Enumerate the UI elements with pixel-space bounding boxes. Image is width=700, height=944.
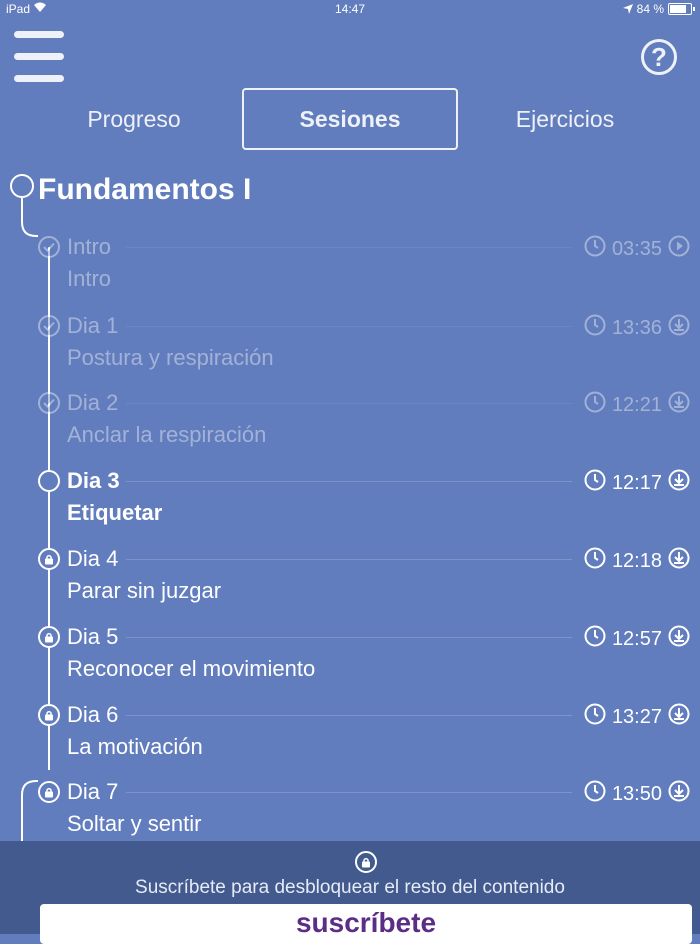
lock-icon	[355, 851, 377, 873]
lock-icon	[38, 781, 60, 803]
session-duration: 13:27	[611, 705, 662, 728]
divider	[126, 403, 572, 404]
check-circle-icon	[38, 392, 60, 414]
clock-icon	[584, 625, 606, 653]
session-name: Postura y respiración	[67, 345, 274, 370]
clock-icon	[584, 235, 606, 263]
session-meta: 12:18	[584, 547, 690, 575]
download-icon[interactable]	[668, 703, 690, 731]
check-circle-icon	[38, 236, 60, 258]
session-name: Intro	[67, 266, 112, 291]
session-row[interactable]: Intro 03:35 Intro	[0, 234, 700, 314]
session-row: Dia 4 12:18 Parar sin juzgar	[0, 546, 700, 626]
subscribe-button[interactable]: suscríbete	[40, 904, 692, 944]
download-icon[interactable]	[668, 547, 690, 575]
session-meta: 12:17	[584, 469, 690, 497]
lock-icon	[38, 704, 60, 726]
session-day: Dia 2	[67, 390, 119, 415]
session-meta: 13:50	[584, 780, 690, 808]
current-node-icon	[38, 470, 60, 492]
divider	[126, 481, 572, 482]
session-duration: 12:57	[611, 627, 662, 650]
session-name: Anclar la respiración	[67, 422, 267, 447]
session-name: La motivación	[67, 734, 203, 759]
clock-icon	[584, 314, 606, 342]
session-day: Intro	[67, 234, 112, 259]
session-duration: 13:50	[611, 782, 662, 805]
check-circle-icon	[38, 315, 60, 337]
session-day: Dia 5	[67, 624, 119, 649]
download-icon[interactable]	[668, 391, 690, 419]
session-day: Dia 3	[67, 468, 120, 493]
divider	[126, 637, 572, 638]
play-icon[interactable]	[668, 235, 690, 263]
banner-text: Suscríbete para desbloquear el resto del…	[135, 877, 565, 898]
divider	[126, 792, 572, 793]
course-node	[10, 174, 34, 198]
lock-icon	[38, 548, 60, 570]
clock-icon	[584, 703, 606, 731]
download-icon[interactable]	[668, 469, 690, 497]
session-row: Dia 5 12:57 Reconocer el movimiento	[0, 624, 700, 704]
session-day: Dia 7	[67, 779, 119, 804]
download-icon[interactable]	[668, 314, 690, 342]
session-row[interactable]: Dia 2 12:21 Anclar la respiración	[0, 390, 700, 470]
session-day: Dia 1	[67, 313, 119, 338]
clock-icon	[584, 391, 606, 419]
session-meta: 12:21	[584, 391, 690, 419]
clock-icon	[584, 469, 606, 497]
clock-icon	[584, 547, 606, 575]
course-title: Fundamentos I	[38, 173, 252, 206]
clock-icon	[584, 780, 606, 808]
session-row[interactable]: Dia 1 13:36 Postura y respiración	[0, 313, 700, 393]
session-duration: 12:21	[611, 393, 662, 416]
session-meta: 13:36	[584, 314, 690, 342]
session-duration: 03:35	[611, 237, 662, 260]
session-name: Etiquetar	[67, 500, 163, 525]
session-duration: 12:18	[611, 549, 662, 572]
session-duration: 13:36	[611, 316, 662, 339]
session-name: Parar sin juzgar	[67, 578, 222, 603]
session-row[interactable]: Dia 3 12:17 Etiquetar	[0, 468, 700, 548]
divider	[126, 559, 572, 560]
divider	[126, 326, 572, 327]
session-duration: 12:17	[611, 471, 662, 494]
session-name: Reconocer el movimiento	[67, 656, 316, 681]
download-icon[interactable]	[668, 625, 690, 653]
download-icon[interactable]	[668, 780, 690, 808]
session-row: Dia 6 13:27 La motivación	[0, 702, 700, 782]
session-meta: 12:57	[584, 625, 690, 653]
lock-icon	[38, 626, 60, 648]
session-meta: 13:27	[584, 703, 690, 731]
divider	[126, 247, 572, 248]
divider	[126, 715, 572, 716]
session-meta: 03:35	[584, 235, 690, 263]
session-day: Dia 4	[67, 546, 119, 571]
session-name: Soltar y sentir	[67, 811, 202, 836]
session-day: Dia 6	[67, 702, 119, 727]
